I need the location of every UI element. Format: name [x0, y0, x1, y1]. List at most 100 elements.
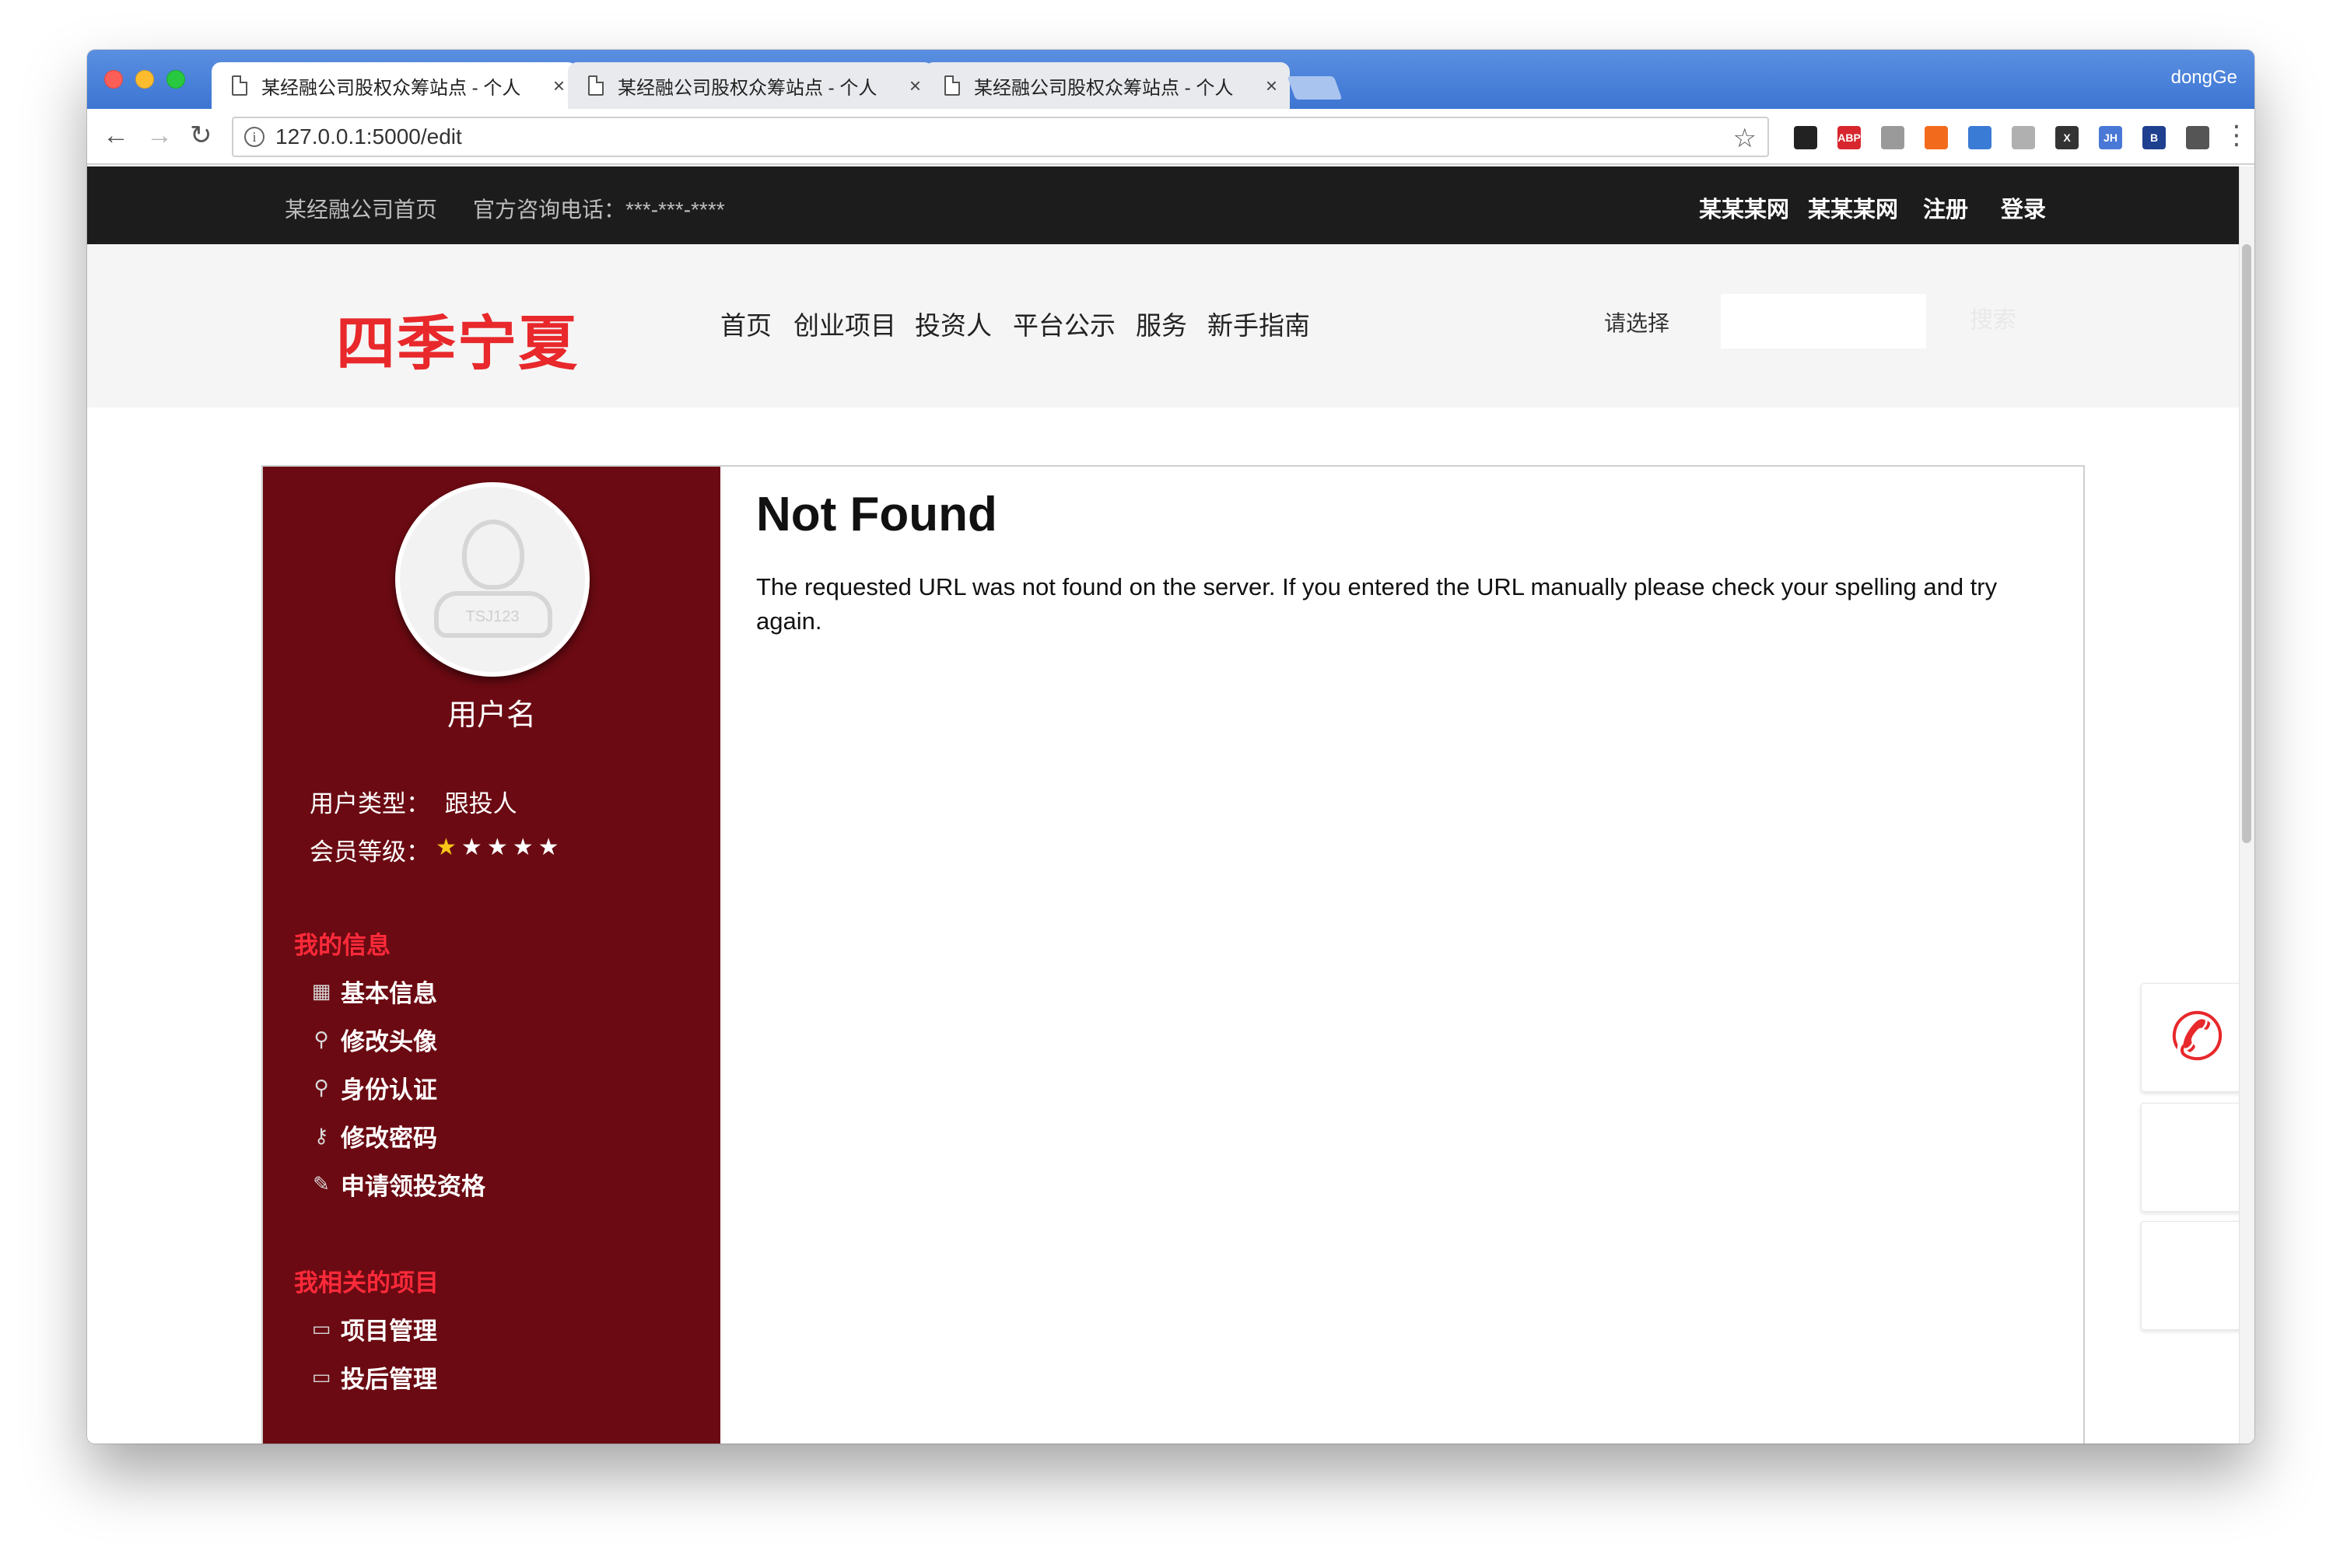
browser-toolbar: ← → ↻ i 127.0.0.1:5000/edit ☆ ABP X JH B ⋮: [87, 109, 2254, 165]
scrollbar-thumb[interactable]: [2242, 244, 2251, 843]
close-window-button[interactable]: [104, 70, 123, 89]
sidebar-item[interactable]: ⚲ 身份认证: [310, 1070, 437, 1105]
browser-tab-1[interactable]: 某经融公司股权众筹站点 - 个人 ×: [212, 62, 577, 109]
jh-extension-icon[interactable]: JH: [2099, 126, 2122, 149]
phone-icon: ✆: [2163, 996, 2231, 1078]
tab-title: 某经融公司股权众筹站点 - 个人: [974, 77, 1234, 99]
sidebar-item[interactable]: ▭ 投后管理: [310, 1360, 437, 1395]
document-icon: [232, 75, 247, 96]
nav-investors[interactable]: 投资人: [915, 305, 992, 342]
topbar-link-2[interactable]: 某某某网: [1808, 191, 1898, 224]
user-type-value: 跟投人: [444, 790, 517, 817]
member-level-stars: ★★★★★: [436, 834, 564, 861]
star-empty-icon: ★: [538, 835, 564, 860]
sidebar-item-label: 申请领投资格: [341, 1173, 485, 1200]
search-input[interactable]: [1721, 294, 1926, 348]
sidebar-section-title: 我相关的项目: [294, 1269, 439, 1297]
tab-close-icon[interactable]: ×: [1266, 74, 1277, 98]
avatar[interactable]: TSJ123: [395, 482, 590, 677]
key-icon: ⚷: [314, 1124, 329, 1147]
bookmark-star-icon[interactable]: ☆: [1733, 123, 1757, 154]
globe-icon[interactable]: [1881, 126, 1904, 149]
qr-code-icon[interactable]: [1794, 126, 1817, 149]
float-panel-slot-2[interactable]: [2141, 1103, 2251, 1212]
nav-services[interactable]: 服务: [1136, 305, 1187, 342]
browser-window: 某经融公司股权众筹站点 - 个人 × 某经融公司股权众筹站点 - 个人 × 某经…: [87, 50, 2254, 1444]
sidebar-item[interactable]: ▭ 项目管理: [310, 1311, 437, 1346]
forward-arrow-icon[interactable]: →: [146, 120, 173, 151]
star-filled-icon: ★: [436, 835, 461, 860]
error-message: The requested URL was not found on the s…: [756, 573, 1998, 635]
sidebar-item-label: 修改头像: [341, 1028, 437, 1055]
site-header: 四季宁夏 首页 创业项目 投资人 平台公示 服务 新手指南 请选择 搜索: [87, 244, 2239, 408]
nav-home[interactable]: 首页: [720, 305, 772, 342]
star-empty-icon: ★: [512, 835, 538, 860]
sidebar-item-label: 修改密码: [341, 1125, 437, 1152]
user-sidebar: TSJ123 用户名 用户类型： 跟投人 会员等级： ★★★★★ 我的信息 ▦ 基本…: [263, 467, 720, 1444]
new-tab-button[interactable]: [1287, 76, 1343, 100]
grid-icon: ▦: [311, 979, 331, 1003]
topbar-link-1[interactable]: 某某某网: [1699, 191, 1789, 224]
username: 用户名: [447, 699, 536, 732]
sidebar-item[interactable]: ▦ 基本信息: [310, 974, 437, 1009]
sidebar-item[interactable]: ⚷ 修改密码: [310, 1118, 437, 1153]
grey-globe-icon[interactable]: [2012, 126, 2035, 149]
reload-icon[interactable]: ↻: [190, 120, 212, 151]
category-select[interactable]: 请选择: [1604, 306, 1669, 338]
nav-startup-projects[interactable]: 创业项目: [793, 305, 896, 342]
main-content: Not Found The requested URL was not foun…: [720, 467, 2083, 1444]
pencil-icon: ✎: [313, 1172, 330, 1195]
x-extension-icon[interactable]: X: [2055, 126, 2079, 149]
sidebar-item[interactable]: ⚲ 修改头像: [310, 1022, 437, 1057]
adblock-icon[interactable]: ABP: [1837, 126, 1861, 149]
consult-phone-text: 官方咨询电话：***-***-****: [473, 198, 725, 222]
orange-extension-icon[interactable]: [1925, 126, 1948, 149]
browser-tab-3[interactable]: 某经融公司股权众筹站点 - 个人 ×: [924, 62, 1290, 109]
tab-title: 某经融公司股权众筹站点 - 个人: [261, 77, 521, 99]
float-panel-slot-3[interactable]: [2141, 1221, 2251, 1330]
site-logo[interactable]: 四季宁夏: [336, 296, 579, 381]
document-icon: [588, 75, 604, 96]
page-scrollbar[interactable]: [2239, 166, 2254, 1444]
zoom-window-button[interactable]: [166, 70, 185, 89]
user-type-row: 用户类型： 跟投人: [310, 784, 517, 819]
sidebar-item[interactable]: ✎ 申请领投资格: [310, 1167, 485, 1202]
profile-name[interactable]: dongGe: [2171, 67, 2237, 89]
tab-strip: 某经融公司股权众筹站点 - 个人 × 某经融公司股权众筹站点 - 个人 × 某经…: [87, 50, 2254, 109]
register-link[interactable]: 注册: [1923, 191, 1968, 224]
folder-icon: ▭: [311, 1317, 331, 1340]
content-box: TSJ123 用户名 用户类型： 跟投人 会员等级： ★★★★★ 我的信息 ▦ 基本…: [261, 465, 2085, 1444]
avatar-head-icon: [462, 520, 524, 590]
avatar-caption: TSJ123: [465, 608, 520, 625]
login-link[interactable]: 登录: [2001, 191, 2046, 224]
translate-tool-icon[interactable]: [2186, 126, 2209, 149]
user-edit-icon: ⚲: [314, 1027, 329, 1051]
tab-title: 某经融公司股权众筹站点 - 个人: [618, 77, 878, 99]
company-home-link[interactable]: 某经融公司首页: [285, 193, 437, 224]
url-text[interactable]: 127.0.0.1:5000/edit: [275, 124, 462, 149]
sidebar-item-label: 项目管理: [341, 1318, 437, 1345]
tab-close-icon[interactable]: ×: [553, 74, 565, 98]
user-type-label: 用户类型：: [310, 790, 430, 817]
phone-service-button[interactable]: ✆: [2141, 983, 2251, 1092]
page-title: Not Found: [756, 488, 997, 541]
search-button[interactable]: 搜索: [1970, 300, 2016, 334]
translate-icon[interactable]: [1968, 126, 1991, 149]
address-bar[interactable]: i 127.0.0.1:5000/edit ☆: [232, 117, 1769, 157]
nav-platform-notice[interactable]: 平台公示: [1013, 305, 1116, 342]
star-empty-icon: ★: [461, 835, 487, 860]
page-viewport: 某经融公司首页 官方咨询电话：***-***-**** 某某某网 某某某网 注册…: [87, 166, 2254, 1444]
browser-tab-2[interactable]: 某经融公司股权众筹站点 - 个人 ×: [568, 62, 934, 109]
member-level-label: 会员等级：: [310, 838, 430, 866]
user-verify-icon: ⚲: [314, 1076, 329, 1099]
minimize-window-button[interactable]: [135, 70, 154, 89]
site-topbar: 某经融公司首页 官方咨询电话：***-***-**** 某某某网 某某某网 注册…: [87, 166, 2239, 244]
sidebar-item-label: 投后管理: [341, 1366, 437, 1393]
nav-beginner-guide[interactable]: 新手指南: [1207, 305, 1310, 342]
back-arrow-icon[interactable]: ←: [103, 120, 129, 151]
b-extension-icon[interactable]: B: [2142, 126, 2166, 149]
document-icon: [944, 75, 960, 96]
info-icon[interactable]: i: [244, 127, 264, 147]
menu-dots-icon[interactable]: ⋮: [2223, 120, 2250, 151]
tab-close-icon[interactable]: ×: [909, 74, 921, 98]
